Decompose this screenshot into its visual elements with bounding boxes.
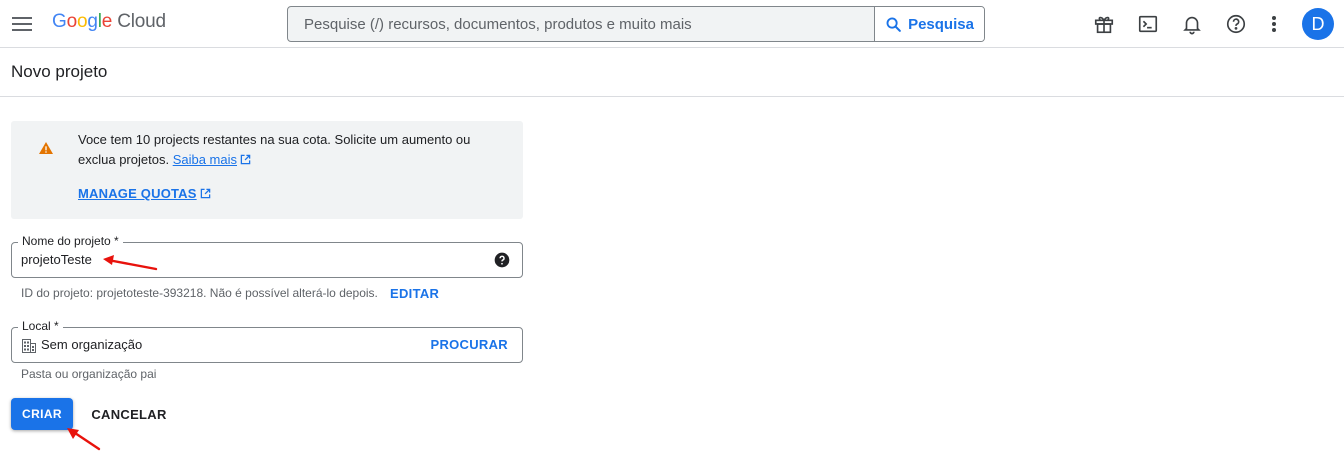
external-link-icon	[200, 188, 210, 199]
project-name-field[interactable]: Nome do projeto * projetoTeste	[11, 234, 523, 278]
learn-more-link[interactable]: Saiba mais	[173, 152, 237, 167]
quota-notice: Voce tem 10 projects restantes na sua co…	[11, 121, 523, 219]
location-hint: Pasta ou organização pai	[21, 367, 157, 381]
project-id-hint: ID do projeto: projetoteste-393218. Não …	[21, 286, 378, 300]
more-vert-icon[interactable]	[1258, 2, 1290, 46]
browse-button[interactable]: PROCURAR	[430, 337, 508, 352]
warning-icon	[39, 142, 53, 154]
help-circle-icon[interactable]	[1214, 2, 1258, 46]
project-name-input[interactable]: projetoTeste	[21, 252, 92, 267]
avatar[interactable]: D	[1302, 8, 1334, 40]
external-link-icon	[240, 154, 251, 165]
manage-quotas-link[interactable]: MANAGE QUOTAS	[78, 186, 211, 201]
page-title: Novo projeto	[11, 62, 108, 81]
location-field[interactable]: Local * Sem organização PROCURAR	[11, 319, 523, 363]
menu-icon[interactable]	[10, 12, 34, 36]
search-button-label: Pesquisa	[908, 15, 974, 33]
google-cloud-logo[interactable]: Google Cloud	[52, 11, 166, 33]
bell-icon[interactable]	[1170, 2, 1214, 46]
gift-icon[interactable]	[1082, 2, 1126, 46]
notice-message: Voce tem 10 projects restantes na sua co…	[78, 132, 471, 167]
location-value: Sem organização	[41, 337, 143, 352]
header-divider	[0, 96, 1344, 97]
search-bar: Pesquisa	[287, 6, 985, 42]
help-icon[interactable]	[494, 252, 510, 268]
header-actions: D	[1082, 0, 1344, 48]
project-name-label: Nome do projeto *	[18, 234, 123, 248]
create-button[interactable]: CRIAR	[11, 398, 73, 430]
top-bar: Google Cloud Pesquisa D	[0, 0, 1344, 48]
search-input[interactable]	[288, 7, 874, 41]
edit-project-id-button[interactable]: EDITAR	[390, 286, 439, 301]
building-icon	[22, 339, 36, 353]
search-button[interactable]: Pesquisa	[874, 7, 984, 41]
search-icon	[886, 17, 901, 32]
terminal-icon[interactable]	[1126, 2, 1170, 46]
location-label: Local *	[18, 319, 63, 333]
cancel-button[interactable]: CANCELAR	[86, 398, 172, 430]
notice-text: Voce tem 10 projects restantes na sua co…	[78, 130, 498, 170]
